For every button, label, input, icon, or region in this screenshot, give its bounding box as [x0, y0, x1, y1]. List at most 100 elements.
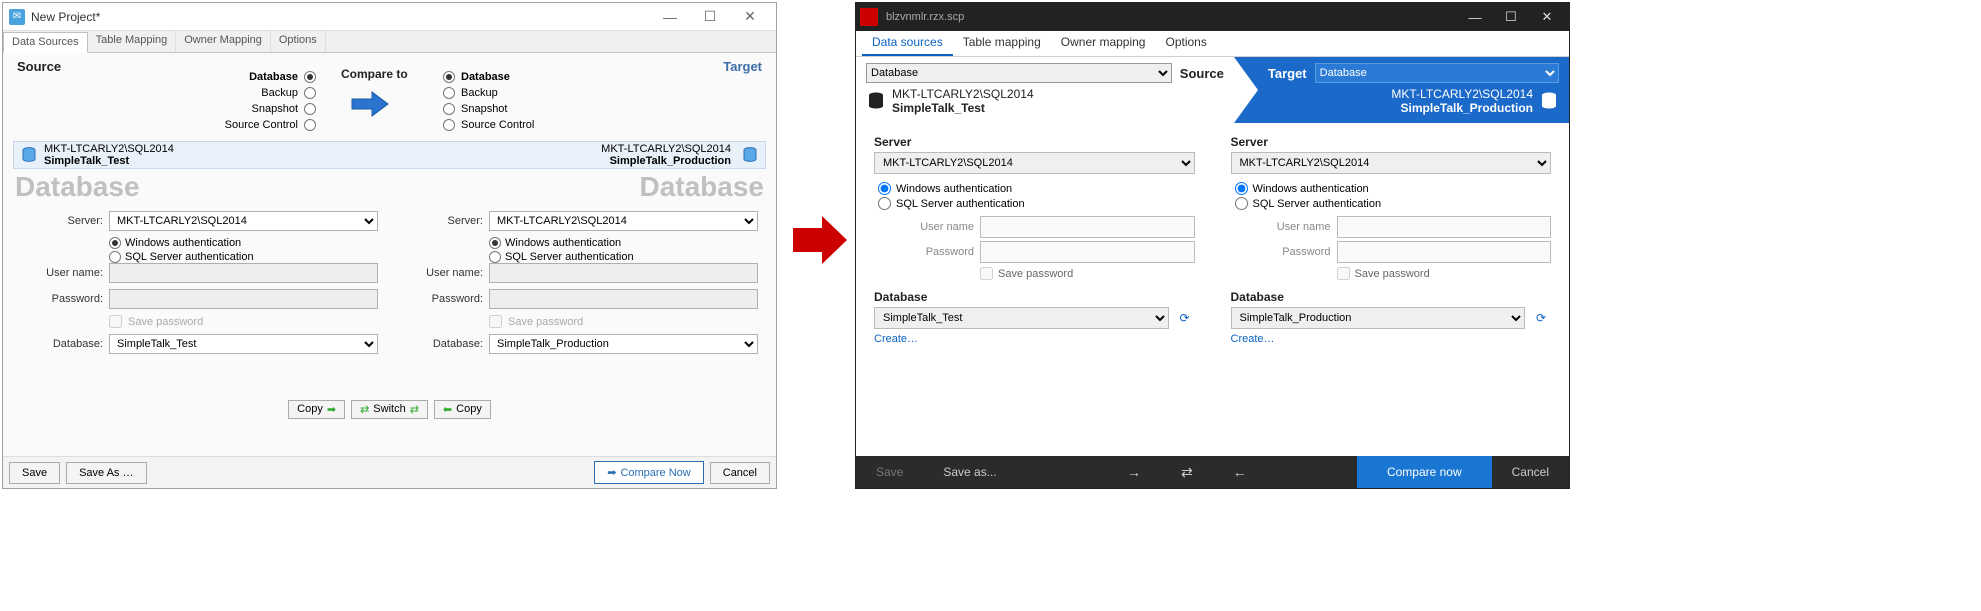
- source-savepass-checkbox[interactable]: [980, 267, 993, 280]
- source-type-snapshot-radio[interactable]: [304, 103, 316, 115]
- save-as-button[interactable]: Save as...: [923, 456, 1016, 488]
- password-label: Password: [874, 246, 974, 258]
- server-label: Server: [874, 135, 1195, 149]
- new-tabs: Data sources Table mapping Owner mapping…: [856, 31, 1569, 57]
- source-server-summary: MKT-LTCARLY2\SQL2014: [892, 87, 1034, 101]
- source-auth-windows[interactable]: Windows authentication: [878, 182, 1195, 195]
- target-type-select[interactable]: Database: [1315, 63, 1559, 83]
- source-password-field[interactable]: [109, 289, 378, 309]
- source-db-summary: SimpleTalk_Test: [892, 101, 1034, 115]
- source-type-backup-radio[interactable]: [304, 87, 316, 99]
- tab-owner-mapping[interactable]: Owner Mapping: [176, 31, 271, 52]
- target-server-summary: MKT-LTCARLY2\SQL2014: [388, 143, 732, 155]
- create-database-link[interactable]: Create…: [874, 333, 1195, 345]
- radio-icon: [1235, 197, 1248, 210]
- radio-icon: [109, 237, 121, 249]
- source-auth-sql[interactable]: SQL Server authentication: [109, 251, 378, 263]
- source-type-select[interactable]: Database: [866, 63, 1172, 83]
- target-password-field[interactable]: [489, 289, 758, 309]
- cancel-button[interactable]: Cancel: [1492, 456, 1569, 488]
- copy-left-button[interactable]: ←: [1213, 456, 1267, 488]
- tab-data-sources[interactable]: Data sources: [862, 31, 953, 56]
- tab-owner-mapping[interactable]: Owner mapping: [1051, 31, 1156, 56]
- save-button[interactable]: Save: [856, 456, 923, 488]
- target-username-field[interactable]: [489, 263, 758, 283]
- database-label: Database:: [413, 338, 483, 350]
- minimize-button[interactable]: —: [1457, 3, 1493, 31]
- switch-button[interactable]: ⇄: [1161, 456, 1213, 488]
- target-form: Server:MKT-LTCARLY2\SQL2014 Windows auth…: [413, 211, 758, 360]
- target-type-sourcecontrol-radio[interactable]: [443, 119, 455, 131]
- target-server-select[interactable]: MKT-LTCARLY2\SQL2014: [489, 211, 758, 231]
- target-type-backup-radio[interactable]: [443, 87, 455, 99]
- source-type-sourcecontrol-radio[interactable]: [304, 119, 316, 131]
- target-heading: Target: [723, 59, 762, 74]
- new-footer: Save Save as... → ⇄ ← Compare now Cancel: [856, 456, 1569, 488]
- maximize-button[interactable]: ☐: [1493, 3, 1529, 31]
- source-form: Server:MKT-LTCARLY2\SQL2014 Windows auth…: [33, 211, 378, 360]
- target-db-summary: SimpleTalk_Production: [388, 155, 732, 167]
- target-database-select[interactable]: SimpleTalk_Production: [1231, 307, 1526, 329]
- source-server-select[interactable]: MKT-LTCARLY2\SQL2014: [109, 211, 378, 231]
- target-savepass-checkbox[interactable]: [1337, 267, 1350, 280]
- copy-right-button[interactable]: Copy➡: [288, 400, 345, 419]
- target-password-field[interactable]: [1337, 241, 1552, 263]
- target-auth-sql[interactable]: SQL Server authentication: [1235, 197, 1552, 210]
- copy-left-button[interactable]: ⬅Copy: [434, 400, 491, 419]
- connection-panels: Server MKT-LTCARLY2\SQL2014 Windows auth…: [856, 125, 1569, 456]
- source-server-select[interactable]: MKT-LTCARLY2\SQL2014: [874, 152, 1195, 174]
- target-server-select[interactable]: MKT-LTCARLY2\SQL2014: [1231, 152, 1552, 174]
- compare-now-button[interactable]: ➡Compare Now: [594, 461, 704, 484]
- source-database-select[interactable]: SimpleTalk_Test: [109, 334, 378, 354]
- target-summary: MKT-LTCARLY2\SQL2014 SimpleTalk_Producti…: [388, 143, 736, 167]
- close-button[interactable]: ✕: [730, 8, 770, 25]
- minimize-button[interactable]: —: [650, 9, 690, 25]
- copy-right-button[interactable]: →: [1107, 456, 1161, 488]
- tab-table-mapping[interactable]: Table Mapping: [88, 31, 177, 52]
- swap-icon: ⇄: [410, 403, 419, 416]
- source-password-field[interactable]: [980, 241, 1195, 263]
- save-as-button[interactable]: Save As …: [66, 462, 146, 484]
- target-auth-sql[interactable]: SQL Server authentication: [489, 251, 758, 263]
- target-database-select[interactable]: SimpleTalk_Production: [489, 334, 758, 354]
- save-button[interactable]: Save: [9, 462, 60, 484]
- source-savepass-checkbox[interactable]: [109, 315, 122, 328]
- refresh-icon[interactable]: ⟳: [1175, 308, 1195, 328]
- radio-icon: [489, 251, 501, 263]
- switch-button[interactable]: ⇄Switch⇄: [351, 400, 428, 419]
- connection-summary-bar: MKT-LTCARLY2\SQL2014 SimpleTalk_Test MKT…: [13, 141, 766, 169]
- refresh-icon[interactable]: ⟳: [1531, 308, 1551, 328]
- source-username-field[interactable]: [109, 263, 378, 283]
- source-database-select[interactable]: SimpleTalk_Test: [874, 307, 1169, 329]
- close-button[interactable]: ✕: [1529, 3, 1565, 31]
- target-auth-windows[interactable]: Windows authentication: [489, 237, 758, 249]
- create-database-link[interactable]: Create…: [1231, 333, 1552, 345]
- tab-options[interactable]: Options: [1155, 31, 1216, 56]
- target-username-field[interactable]: [1337, 216, 1552, 238]
- old-footer: Save Save As … ➡Compare Now Cancel: [3, 456, 776, 488]
- source-type-database-radio[interactable]: [304, 71, 316, 83]
- source-auth-windows[interactable]: Windows authentication: [109, 237, 378, 249]
- tab-options[interactable]: Options: [271, 31, 326, 52]
- type-label: Backup: [461, 87, 498, 99]
- maximize-button[interactable]: ☐: [690, 8, 730, 25]
- radio-icon: [489, 237, 501, 249]
- new-window: blzvnmlr.rzx.scp — ☐ ✕ Data sources Tabl…: [855, 2, 1570, 489]
- target-savepass-checkbox[interactable]: [489, 315, 502, 328]
- type-label: Snapshot: [252, 103, 298, 115]
- compare-now-button[interactable]: Compare now: [1357, 456, 1492, 488]
- source-username-field[interactable]: [980, 216, 1195, 238]
- target-auth-windows[interactable]: Windows authentication: [1235, 182, 1552, 195]
- type-label: Database: [461, 71, 510, 83]
- username-label: User name:: [33, 267, 103, 279]
- old-window: ✉ New Project* — ☐ ✕ Data Sources Table …: [2, 2, 777, 489]
- target-type-snapshot-radio[interactable]: [443, 103, 455, 115]
- type-label: Source Control: [461, 119, 534, 131]
- tab-data-sources[interactable]: Data Sources: [3, 32, 88, 53]
- username-label: User name: [874, 221, 974, 233]
- tab-table-mapping[interactable]: Table mapping: [953, 31, 1051, 56]
- target-type-database-radio[interactable]: [443, 71, 455, 83]
- old-body: Source Target Compare to Database Backup…: [3, 53, 776, 456]
- source-auth-sql[interactable]: SQL Server authentication: [878, 197, 1195, 210]
- cancel-button[interactable]: Cancel: [710, 462, 770, 484]
